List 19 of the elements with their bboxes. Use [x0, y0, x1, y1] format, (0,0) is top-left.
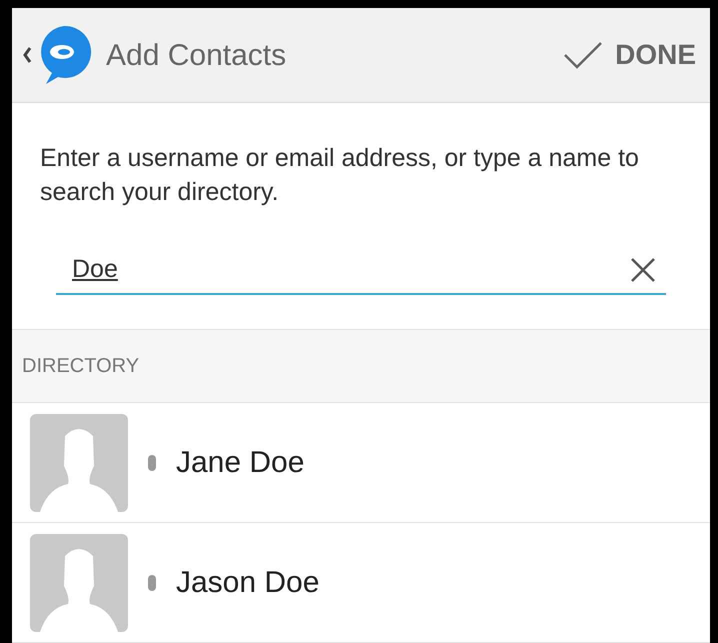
- close-icon: [630, 257, 656, 283]
- contact-name: Jason Doe: [176, 565, 320, 601]
- checkmark-icon: [563, 41, 604, 69]
- avatar-silhouette-icon: [30, 414, 128, 512]
- contact-row[interactable]: Jane Doe: [12, 403, 710, 523]
- search-field[interactable]: Doe: [56, 247, 666, 295]
- back-button[interactable]: [22, 24, 92, 86]
- section-label: DIRECTORY: [22, 354, 140, 379]
- contact-row[interactable]: Jason Doe: [12, 523, 710, 643]
- avatar-silhouette-icon: [30, 534, 128, 632]
- presence-indicator-icon: [148, 454, 156, 470]
- presence-indicator-icon: [148, 574, 156, 590]
- search-input[interactable]: Doe: [72, 251, 630, 289]
- done-button[interactable]: DONE: [563, 34, 696, 76]
- screen-title: Add Contacts: [106, 38, 286, 74]
- clear-button[interactable]: [630, 257, 656, 283]
- chevron-left-icon: [22, 46, 32, 64]
- contact-name: Jane Doe: [176, 445, 304, 481]
- instruction-text: Enter a username or email address, or type a name to search your directory.: [39, 143, 640, 208]
